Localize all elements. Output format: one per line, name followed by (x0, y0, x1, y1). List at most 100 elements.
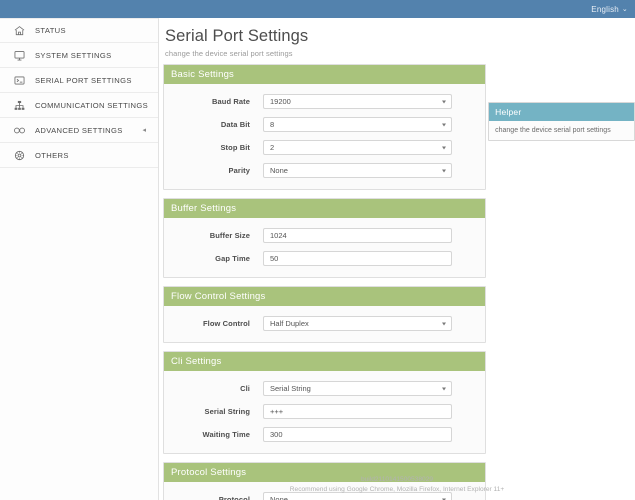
parity-select[interactable]: None (263, 163, 453, 178)
panel-cli-settings: Cli Settings Cli Serial String Serial St… (163, 351, 487, 454)
sidebar-item-label: COMMUNICATION SETTINGS (35, 100, 149, 110)
panel-title: Basic Settings (164, 65, 486, 84)
form-row: Parity None (164, 160, 485, 181)
panel-buffer-settings: Buffer Settings Buffer Size 1024 Gap Tim (163, 198, 487, 278)
chevron-left-icon[interactable]: ◂ (142, 126, 146, 134)
footer: build2110141500538029 Recommend using Go… (159, 475, 635, 495)
field-label: Serial String (204, 407, 250, 416)
flow-control-select[interactable]: Half Duplex (263, 316, 453, 331)
field-label: Stop Bit (220, 143, 250, 152)
field-wrap: 8 (263, 117, 485, 132)
monitor-icon (12, 48, 27, 63)
panel-title: Flow Control Settings (164, 287, 486, 306)
field-wrap: 300 (263, 427, 485, 442)
content-columns: Basic Settings Baud Rate 19200 Data Bit … (159, 64, 635, 500)
sidebar-item-system-settings[interactable]: SYSTEM SETTINGS (0, 43, 158, 68)
sidebar-item-communication-settings[interactable]: COMMUNICATION SETTINGS (0, 93, 158, 118)
panel-body: Baud Rate 19200 Data Bit 8 Stop Bit 2 Pa… (164, 84, 485, 189)
serial-string-input[interactable]: +++ (263, 404, 453, 419)
helper-title: Helper (489, 103, 634, 121)
panel-title: Cli Settings (164, 352, 486, 371)
sidebar: STATUS SYSTEM SETTINGS SERIAL PORT SETTI… (0, 18, 159, 500)
panel-flow-control-settings: Flow Control Settings Flow Control Half … (163, 286, 487, 343)
sidebar-item-label: SYSTEM SETTINGS (35, 50, 112, 60)
stop-bit-select[interactable]: 2 (263, 140, 453, 155)
field-wrap: Half Duplex (263, 316, 485, 331)
form-row: Serial String +++ (164, 401, 485, 422)
language-label: English (591, 4, 619, 14)
sidebar-item-label: OTHERS (35, 150, 69, 160)
sidebar-item-serial-port-settings[interactable]: SERIAL PORT SETTINGS (0, 68, 158, 93)
chevron-down-icon (442, 100, 447, 103)
data-bit-select[interactable]: 8 (263, 117, 453, 132)
panel-body: Cli Serial String Serial String +++ Wait… (164, 371, 485, 453)
sidebar-item-status[interactable]: STATUS (0, 18, 158, 43)
helper-panel: Helper change the device serial port set… (488, 102, 635, 142)
form-row: Waiting Time 300 (164, 424, 485, 445)
gap-time-input[interactable]: 50 (263, 251, 453, 266)
field-wrap: None (263, 163, 485, 178)
panel-body: Flow Control Half Duplex (164, 306, 485, 342)
field-label: Data Bit (220, 120, 250, 129)
field-value: None (270, 166, 288, 175)
field-wrap: +++ (263, 404, 485, 419)
chevron-down-icon (442, 146, 447, 149)
terminal-icon (12, 73, 27, 88)
build-version: build2110141500538029 (360, 476, 434, 484)
field-label: Baud Rate (212, 97, 250, 106)
language-selector[interactable]: English ⌄ (591, 5, 635, 14)
field-value: None (270, 495, 288, 500)
page-header: Serial Port Settings change the device s… (159, 18, 635, 64)
form-row: Stop Bit 2 (164, 137, 485, 158)
field-wrap: 50 (263, 251, 485, 266)
field-label: Protocol (218, 495, 250, 500)
form-row: Data Bit 8 (164, 114, 485, 135)
chevron-down-icon (442, 322, 447, 325)
globe-icon (12, 148, 27, 163)
sidebar-item-others[interactable]: OTHERS (0, 143, 158, 168)
sidebar-item-label: SERIAL PORT SETTINGS (35, 75, 132, 85)
field-value: 19200 (270, 97, 291, 106)
settings-forms: Basic Settings Baud Rate 19200 Data Bit … (163, 64, 487, 500)
field-value: 2 (270, 143, 275, 152)
field-wrap: Serial String (263, 381, 485, 396)
sidebar-item-label: STATUS (35, 26, 66, 35)
browser-recommendation: Recommend using Google Chrome, Mozilla F… (289, 486, 505, 494)
field-label: Buffer Size (209, 231, 250, 240)
field-wrap: 19200 (263, 94, 485, 109)
form-row: Buffer Size 1024 (164, 225, 485, 246)
chevron-down-icon (442, 169, 447, 172)
baud-rate-select[interactable]: 19200 (263, 94, 453, 109)
sidebar-item-label: ADVANCED SETTINGS (35, 125, 123, 135)
field-value: Half Duplex (270, 319, 309, 328)
helper-text: change the device serial port settings (495, 127, 611, 134)
field-value: 1024 (270, 231, 287, 240)
buffer-size-input[interactable]: 1024 (263, 228, 453, 243)
field-value: 8 (270, 120, 275, 129)
field-label: Parity (228, 166, 250, 175)
page-subtitle: change the device serial port settings (165, 49, 293, 58)
waiting-time-input[interactable]: 300 (263, 427, 453, 442)
helper-column: Helper change the device serial port set… (488, 64, 635, 142)
sidebar-item-advanced-settings[interactable]: ADVANCED SETTINGS ◂ (0, 118, 158, 143)
chevron-down-icon: ⌄ (621, 5, 628, 13)
field-label: Gap Time (215, 254, 250, 263)
panel-basic-settings: Basic Settings Baud Rate 19200 Data Bit … (163, 64, 487, 190)
form-row: Cli Serial String (164, 378, 485, 399)
panel-body: Buffer Size 1024 Gap Time 50 (164, 218, 485, 277)
cli-select[interactable]: Serial String (263, 381, 453, 396)
home-icon (12, 23, 27, 38)
form-row: Gap Time 50 (164, 248, 485, 269)
main-content: Serial Port Settings change the device s… (159, 18, 635, 500)
field-value: Serial String (270, 384, 311, 393)
sitemap-icon (12, 98, 27, 113)
chevron-down-icon (442, 387, 447, 390)
form-row: Flow Control Half Duplex (164, 313, 485, 334)
field-value: +++ (270, 407, 284, 416)
field-label: Flow Control (202, 319, 250, 328)
field-label: Waiting Time (202, 430, 250, 439)
field-wrap: 1024 (263, 228, 485, 243)
page-title: Serial Port Settings (165, 27, 309, 45)
app-root: English ⌄ STATUS SYSTEM SETTINGS SERIAL … (0, 0, 635, 500)
field-label: Cli (240, 384, 250, 393)
